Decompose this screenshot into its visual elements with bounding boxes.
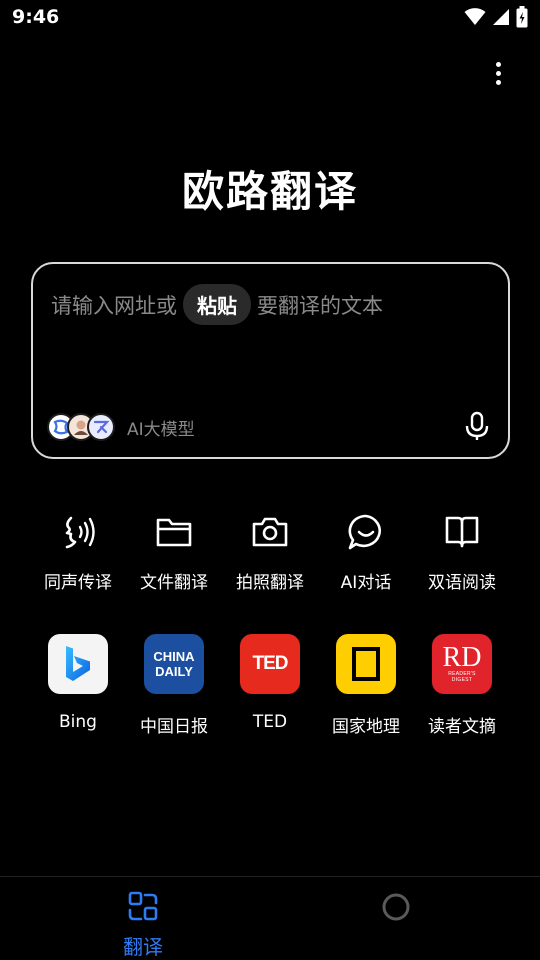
site-label: 国家地理 — [332, 717, 400, 737]
input-placeholder: 请输入网址或 粘贴 要翻译的文本 — [51, 284, 383, 325]
wifi-icon — [464, 8, 486, 30]
site-label: TED — [252, 712, 288, 732]
more-options-button[interactable] — [486, 58, 510, 88]
china-daily-logo-text: CHINA — [153, 649, 195, 664]
site-label: Bing — [59, 712, 97, 732]
status-time: 9:46 — [12, 6, 60, 28]
status-icons — [464, 6, 528, 32]
site-shortcuts: Bing CHINA DAILY 中国日报 TED TED 国家地理 RD REA… — [30, 634, 510, 737]
ai-model-avatar-3 — [87, 413, 115, 441]
site-bing[interactable]: Bing — [30, 634, 126, 737]
battery-icon — [516, 6, 528, 32]
feature-photo-translation[interactable]: 拍照翻译 — [222, 512, 318, 593]
feature-ai-chat[interactable]: AI对话 — [318, 512, 414, 593]
chat-bubble-icon — [346, 512, 386, 552]
paste-button[interactable]: 粘贴 — [183, 284, 251, 325]
more-dot — [495, 61, 501, 67]
more-dot — [495, 79, 501, 85]
nav-tab-translate[interactable]: 翻译 — [93, 891, 193, 960]
translate-input-area[interactable]: 请输入网址或 粘贴 要翻译的文本 AI大模型 — [31, 262, 510, 459]
feature-label: 拍照翻译 — [236, 573, 304, 593]
placeholder-prefix: 请输入网址或 — [51, 293, 177, 318]
rd-logo-text: RD — [442, 642, 482, 673]
nav-label-translate: 翻译 — [123, 935, 163, 959]
site-national-geographic[interactable]: 国家地理 — [318, 634, 414, 737]
ted-logo-text: TED — [252, 653, 289, 674]
china-daily-logo-text: DAILY — [155, 664, 193, 679]
national-geographic-logo-icon — [336, 634, 396, 694]
status-bar: 9:46 — [0, 0, 540, 38]
feature-label: 同声传译 — [44, 573, 112, 593]
feature-simultaneous-interpretation[interactable]: 同声传译 — [30, 512, 126, 593]
readers-digest-logo-icon: RD READER'S DIGEST — [432, 634, 492, 694]
site-label: 读者文摘 — [428, 717, 496, 737]
app-title: 欧路翻译 — [181, 167, 358, 216]
rd-logo-subtext: DIGEST — [451, 677, 473, 683]
folder-icon — [154, 512, 194, 552]
translate-nav-icon — [126, 891, 160, 927]
more-dot — [495, 70, 501, 76]
profile-nav-icon — [379, 891, 413, 935]
bing-logo-icon — [48, 634, 108, 694]
site-ted[interactable]: TED TED — [222, 634, 318, 737]
site-readers-digest[interactable]: RD READER'S DIGEST 读者文摘 — [414, 634, 510, 737]
ai-model-selector[interactable]: AI大模型 — [47, 413, 195, 441]
nav-tab-profile[interactable] — [346, 891, 446, 935]
feature-label: AI对话 — [340, 573, 392, 593]
site-china-daily[interactable]: CHINA DAILY 中国日报 — [126, 634, 222, 737]
feature-label: 文件翻译 — [140, 573, 208, 593]
china-daily-logo-icon: CHINA DAILY — [144, 634, 204, 694]
simultaneous-interpretation-icon — [58, 512, 98, 552]
ted-logo-icon: TED — [240, 634, 300, 694]
microphone-icon[interactable] — [464, 411, 490, 441]
placeholder-suffix: 要翻译的文本 — [257, 293, 383, 318]
feature-file-translation[interactable]: 文件翻译 — [126, 512, 222, 593]
feature-row: 同声传译 文件翻译 拍照翻译 AI对话 双语阅读 — [30, 512, 510, 593]
feature-bilingual-reading[interactable]: 双语阅读 — [414, 512, 510, 593]
feature-label: 双语阅读 — [428, 573, 496, 593]
camera-icon — [250, 512, 290, 552]
signal-icon — [492, 8, 510, 30]
site-label: 中国日报 — [140, 717, 208, 737]
book-icon — [442, 512, 482, 552]
bottom-navigation: 翻译 — [0, 876, 540, 960]
ai-model-label: AI大模型 — [127, 419, 195, 440]
